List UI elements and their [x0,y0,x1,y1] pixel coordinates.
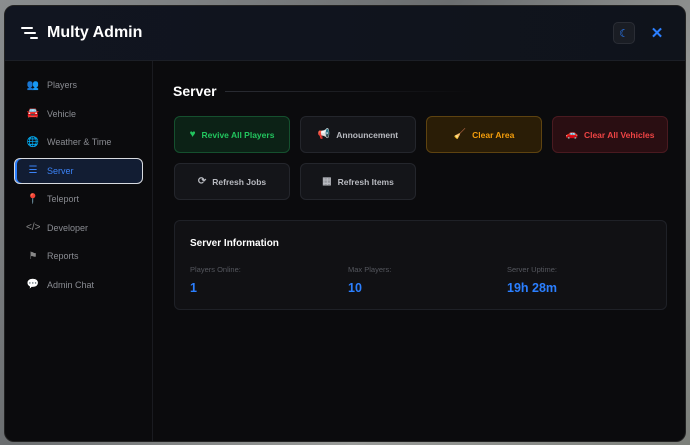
server-icon: ☰ [26,165,40,176]
button-label: Clear Area [472,130,514,140]
card-title: Server Information [190,238,651,249]
close-icon: ✕ [651,25,664,42]
refresh-jobs-button[interactable]: ⟳ Refresh Jobs [174,163,290,200]
code-icon: </> [26,222,40,233]
main-content: Server ♥ Revive All Players 📢 Announcement… [173,61,685,441]
refresh-icon: ⟳ [198,176,206,187]
sidebar-item-label: Reports [47,251,79,261]
stat-server-uptime: Server Uptime: 19h 28m [507,265,557,295]
flag-icon: ⚑ [26,251,40,262]
stat-label: Max Players: [348,265,391,274]
sidebar-item-label: Admin Chat [47,280,94,290]
button-label: Refresh Jobs [212,177,266,187]
header: Multy Admin ☾ ✕ [5,6,685,61]
sidebar-item-label: Developer [47,223,88,233]
page-title-text: Server [173,83,217,99]
box-icon: ▦ [322,176,331,187]
button-label: Clear All Vehicles [584,130,655,140]
app-title: Multy Admin [47,24,142,42]
car-burst-icon: 🚗 [565,129,577,140]
button-label: Refresh Items [338,177,394,187]
sidebar-item-teleport[interactable]: 📍 Teleport [14,186,143,212]
chat-icon: 💬 [26,279,40,290]
sidebar-item-label: Players [47,80,77,90]
sidebar-item-developer[interactable]: </> Developer [14,215,143,241]
server-information-card: Server Information Players Online: 1 Max … [174,220,667,310]
clear-all-vehicles-button[interactable]: 🚗 Clear All Vehicles [552,116,668,153]
stat-label: Server Uptime: [507,265,557,274]
revive-all-players-button[interactable]: ♥ Revive All Players [174,116,290,153]
button-label: Revive All Players [202,130,275,140]
broom-icon: 🧹 [454,129,466,140]
sidebar-item-server[interactable]: ☰ Server [14,158,143,184]
sidebar: 👥 Players 🚘 Vehicle 🌐 Weather & Time ☰ Serve… [5,61,153,441]
stat-value: 10 [348,281,391,295]
sidebar-item-admin-chat[interactable]: 💬 Admin Chat [14,272,143,298]
heartbeat-icon: ♥ [190,129,196,140]
sidebar-item-reports[interactable]: ⚑ Reports [14,243,143,269]
button-label: Announcement [336,130,398,140]
moon-icon: ☾ [619,27,629,40]
menu-logo-icon [21,27,39,39]
sidebar-item-vehicle[interactable]: 🚘 Vehicle [14,101,143,127]
sidebar-item-weather-time[interactable]: 🌐 Weather & Time [14,129,143,155]
theme-toggle-button[interactable]: ☾ [613,22,635,44]
globe-icon: 🌐 [26,137,40,148]
page-title: Server [173,83,473,99]
refresh-items-button[interactable]: ▦ Refresh Items [300,163,416,200]
stat-value: 19h 28m [507,281,557,295]
car-icon: 🚘 [26,108,40,119]
stat-players-online: Players Online: 1 [190,265,241,295]
stat-label: Players Online: [190,265,241,274]
stat-max-players: Max Players: 10 [348,265,391,295]
close-button[interactable]: ✕ [647,24,667,42]
clear-area-button[interactable]: 🧹 Clear Area [426,116,542,153]
megaphone-icon: 📢 [318,129,330,140]
sidebar-item-label: Weather & Time [47,137,111,147]
users-icon: 👥 [26,80,40,91]
stat-value: 1 [190,281,241,295]
sidebar-item-label: Server [47,166,74,176]
sidebar-item-players[interactable]: 👥 Players [14,72,143,98]
admin-window: Multy Admin ☾ ✕ 👥 Players 🚘 Vehicle 🌐 Weath… [4,5,686,442]
sidebar-item-label: Teleport [47,194,79,204]
location-pin-icon: 📍 [26,194,40,205]
announcement-button[interactable]: 📢 Announcement [300,116,416,153]
sidebar-item-label: Vehicle [47,109,76,119]
